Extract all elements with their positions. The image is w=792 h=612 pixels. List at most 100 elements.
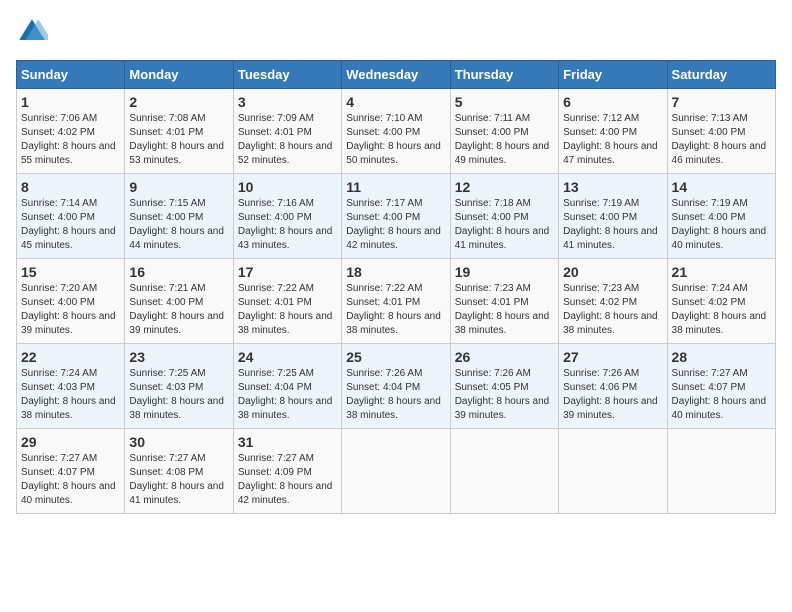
day-detail: Sunrise: 7:27 AMSunset: 4:07 PMDaylight:… <box>672 368 767 421</box>
day-detail: Sunrise: 7:26 AMSunset: 4:05 PMDaylight:… <box>455 368 550 421</box>
day-detail: Sunrise: 7:12 AMSunset: 4:00 PMDaylight:… <box>563 113 658 166</box>
day-of-week-header: Thursday <box>450 61 558 89</box>
calendar-cell: 21 Sunrise: 7:24 AMSunset: 4:02 PMDaylig… <box>667 259 775 344</box>
day-detail: Sunrise: 7:27 AMSunset: 4:07 PMDaylight:… <box>21 453 116 506</box>
calendar-cell: 1 Sunrise: 7:06 AMSunset: 4:02 PMDayligh… <box>17 89 125 174</box>
calendar-cell: 7 Sunrise: 7:13 AMSunset: 4:00 PMDayligh… <box>667 89 775 174</box>
day-detail: Sunrise: 7:10 AMSunset: 4:00 PMDaylight:… <box>346 113 441 166</box>
calendar-cell: 15 Sunrise: 7:20 AMSunset: 4:00 PMDaylig… <box>17 259 125 344</box>
day-detail: Sunrise: 7:25 AMSunset: 4:04 PMDaylight:… <box>238 368 333 421</box>
calendar-cell: 13 Sunrise: 7:19 AMSunset: 4:00 PMDaylig… <box>559 174 667 259</box>
day-detail: Sunrise: 7:26 AMSunset: 4:06 PMDaylight:… <box>563 368 658 421</box>
calendar-cell: 20 Sunrise: 7:23 AMSunset: 4:02 PMDaylig… <box>559 259 667 344</box>
day-number: 11 <box>346 179 445 195</box>
day-detail: Sunrise: 7:18 AMSunset: 4:00 PMDaylight:… <box>455 198 550 251</box>
day-number: 27 <box>563 349 662 365</box>
day-detail: Sunrise: 7:14 AMSunset: 4:00 PMDaylight:… <box>21 198 116 251</box>
day-detail: Sunrise: 7:19 AMSunset: 4:00 PMDaylight:… <box>563 198 658 251</box>
calendar-cell: 4 Sunrise: 7:10 AMSunset: 4:00 PMDayligh… <box>342 89 450 174</box>
calendar-cell: 8 Sunrise: 7:14 AMSunset: 4:00 PMDayligh… <box>17 174 125 259</box>
logo-icon <box>16 16 48 48</box>
day-detail: Sunrise: 7:25 AMSunset: 4:03 PMDaylight:… <box>129 368 224 421</box>
calendar-body: 1 Sunrise: 7:06 AMSunset: 4:02 PMDayligh… <box>17 89 776 514</box>
calendar-cell: 29 Sunrise: 7:27 AMSunset: 4:07 PMDaylig… <box>17 429 125 514</box>
day-detail: Sunrise: 7:22 AMSunset: 4:01 PMDaylight:… <box>238 283 333 336</box>
day-detail: Sunrise: 7:15 AMSunset: 4:00 PMDaylight:… <box>129 198 224 251</box>
calendar-cell: 16 Sunrise: 7:21 AMSunset: 4:00 PMDaylig… <box>125 259 233 344</box>
day-of-week-header: Saturday <box>667 61 775 89</box>
day-detail: Sunrise: 7:27 AMSunset: 4:09 PMDaylight:… <box>238 453 333 506</box>
calendar-cell: 17 Sunrise: 7:22 AMSunset: 4:01 PMDaylig… <box>233 259 341 344</box>
calendar-week-row: 8 Sunrise: 7:14 AMSunset: 4:00 PMDayligh… <box>17 174 776 259</box>
logo <box>16 16 52 48</box>
day-detail: Sunrise: 7:13 AMSunset: 4:00 PMDaylight:… <box>672 113 767 166</box>
day-detail: Sunrise: 7:16 AMSunset: 4:00 PMDaylight:… <box>238 198 333 251</box>
day-detail: Sunrise: 7:21 AMSunset: 4:00 PMDaylight:… <box>129 283 224 336</box>
calendar-week-row: 22 Sunrise: 7:24 AMSunset: 4:03 PMDaylig… <box>17 344 776 429</box>
day-number: 7 <box>672 94 771 110</box>
calendar-cell: 12 Sunrise: 7:18 AMSunset: 4:00 PMDaylig… <box>450 174 558 259</box>
day-number: 24 <box>238 349 337 365</box>
calendar-cell: 9 Sunrise: 7:15 AMSunset: 4:00 PMDayligh… <box>125 174 233 259</box>
calendar-cell: 3 Sunrise: 7:09 AMSunset: 4:01 PMDayligh… <box>233 89 341 174</box>
calendar-cell: 14 Sunrise: 7:19 AMSunset: 4:00 PMDaylig… <box>667 174 775 259</box>
calendar-cell: 31 Sunrise: 7:27 AMSunset: 4:09 PMDaylig… <box>233 429 341 514</box>
calendar-cell: 11 Sunrise: 7:17 AMSunset: 4:00 PMDaylig… <box>342 174 450 259</box>
day-number: 22 <box>21 349 120 365</box>
day-number: 2 <box>129 94 228 110</box>
day-number: 20 <box>563 264 662 280</box>
day-detail: Sunrise: 7:17 AMSunset: 4:00 PMDaylight:… <box>346 198 441 251</box>
day-detail: Sunrise: 7:20 AMSunset: 4:00 PMDaylight:… <box>21 283 116 336</box>
calendar-header-row: SundayMondayTuesdayWednesdayThursdayFrid… <box>17 61 776 89</box>
calendar-cell: 23 Sunrise: 7:25 AMSunset: 4:03 PMDaylig… <box>125 344 233 429</box>
day-of-week-header: Sunday <box>17 61 125 89</box>
day-number: 29 <box>21 434 120 450</box>
day-detail: Sunrise: 7:27 AMSunset: 4:08 PMDaylight:… <box>129 453 224 506</box>
calendar-cell: 26 Sunrise: 7:26 AMSunset: 4:05 PMDaylig… <box>450 344 558 429</box>
day-number: 13 <box>563 179 662 195</box>
calendar-cell: 30 Sunrise: 7:27 AMSunset: 4:08 PMDaylig… <box>125 429 233 514</box>
day-number: 16 <box>129 264 228 280</box>
day-number: 10 <box>238 179 337 195</box>
day-of-week-header: Monday <box>125 61 233 89</box>
day-number: 9 <box>129 179 228 195</box>
day-number: 31 <box>238 434 337 450</box>
day-number: 21 <box>672 264 771 280</box>
day-number: 6 <box>563 94 662 110</box>
calendar-cell <box>342 429 450 514</box>
calendar-cell: 18 Sunrise: 7:22 AMSunset: 4:01 PMDaylig… <box>342 259 450 344</box>
day-number: 8 <box>21 179 120 195</box>
calendar-cell: 28 Sunrise: 7:27 AMSunset: 4:07 PMDaylig… <box>667 344 775 429</box>
day-number: 18 <box>346 264 445 280</box>
day-number: 4 <box>346 94 445 110</box>
day-number: 19 <box>455 264 554 280</box>
calendar-cell: 27 Sunrise: 7:26 AMSunset: 4:06 PMDaylig… <box>559 344 667 429</box>
day-number: 25 <box>346 349 445 365</box>
day-detail: Sunrise: 7:23 AMSunset: 4:01 PMDaylight:… <box>455 283 550 336</box>
day-detail: Sunrise: 7:26 AMSunset: 4:04 PMDaylight:… <box>346 368 441 421</box>
calendar-cell: 5 Sunrise: 7:11 AMSunset: 4:00 PMDayligh… <box>450 89 558 174</box>
calendar-week-row: 15 Sunrise: 7:20 AMSunset: 4:00 PMDaylig… <box>17 259 776 344</box>
day-detail: Sunrise: 7:24 AMSunset: 4:02 PMDaylight:… <box>672 283 767 336</box>
day-number: 15 <box>21 264 120 280</box>
day-number: 30 <box>129 434 228 450</box>
day-detail: Sunrise: 7:11 AMSunset: 4:00 PMDaylight:… <box>455 113 550 166</box>
day-detail: Sunrise: 7:08 AMSunset: 4:01 PMDaylight:… <box>129 113 224 166</box>
day-of-week-header: Wednesday <box>342 61 450 89</box>
day-number: 3 <box>238 94 337 110</box>
day-detail: Sunrise: 7:06 AMSunset: 4:02 PMDaylight:… <box>21 113 116 166</box>
day-detail: Sunrise: 7:23 AMSunset: 4:02 PMDaylight:… <box>563 283 658 336</box>
day-of-week-header: Friday <box>559 61 667 89</box>
day-number: 28 <box>672 349 771 365</box>
calendar-cell: 6 Sunrise: 7:12 AMSunset: 4:00 PMDayligh… <box>559 89 667 174</box>
calendar-cell <box>559 429 667 514</box>
day-number: 1 <box>21 94 120 110</box>
page-header <box>16 16 776 48</box>
day-number: 5 <box>455 94 554 110</box>
day-number: 26 <box>455 349 554 365</box>
day-detail: Sunrise: 7:22 AMSunset: 4:01 PMDaylight:… <box>346 283 441 336</box>
calendar-cell: 2 Sunrise: 7:08 AMSunset: 4:01 PMDayligh… <box>125 89 233 174</box>
calendar-table: SundayMondayTuesdayWednesdayThursdayFrid… <box>16 60 776 514</box>
calendar-cell <box>450 429 558 514</box>
day-number: 14 <box>672 179 771 195</box>
